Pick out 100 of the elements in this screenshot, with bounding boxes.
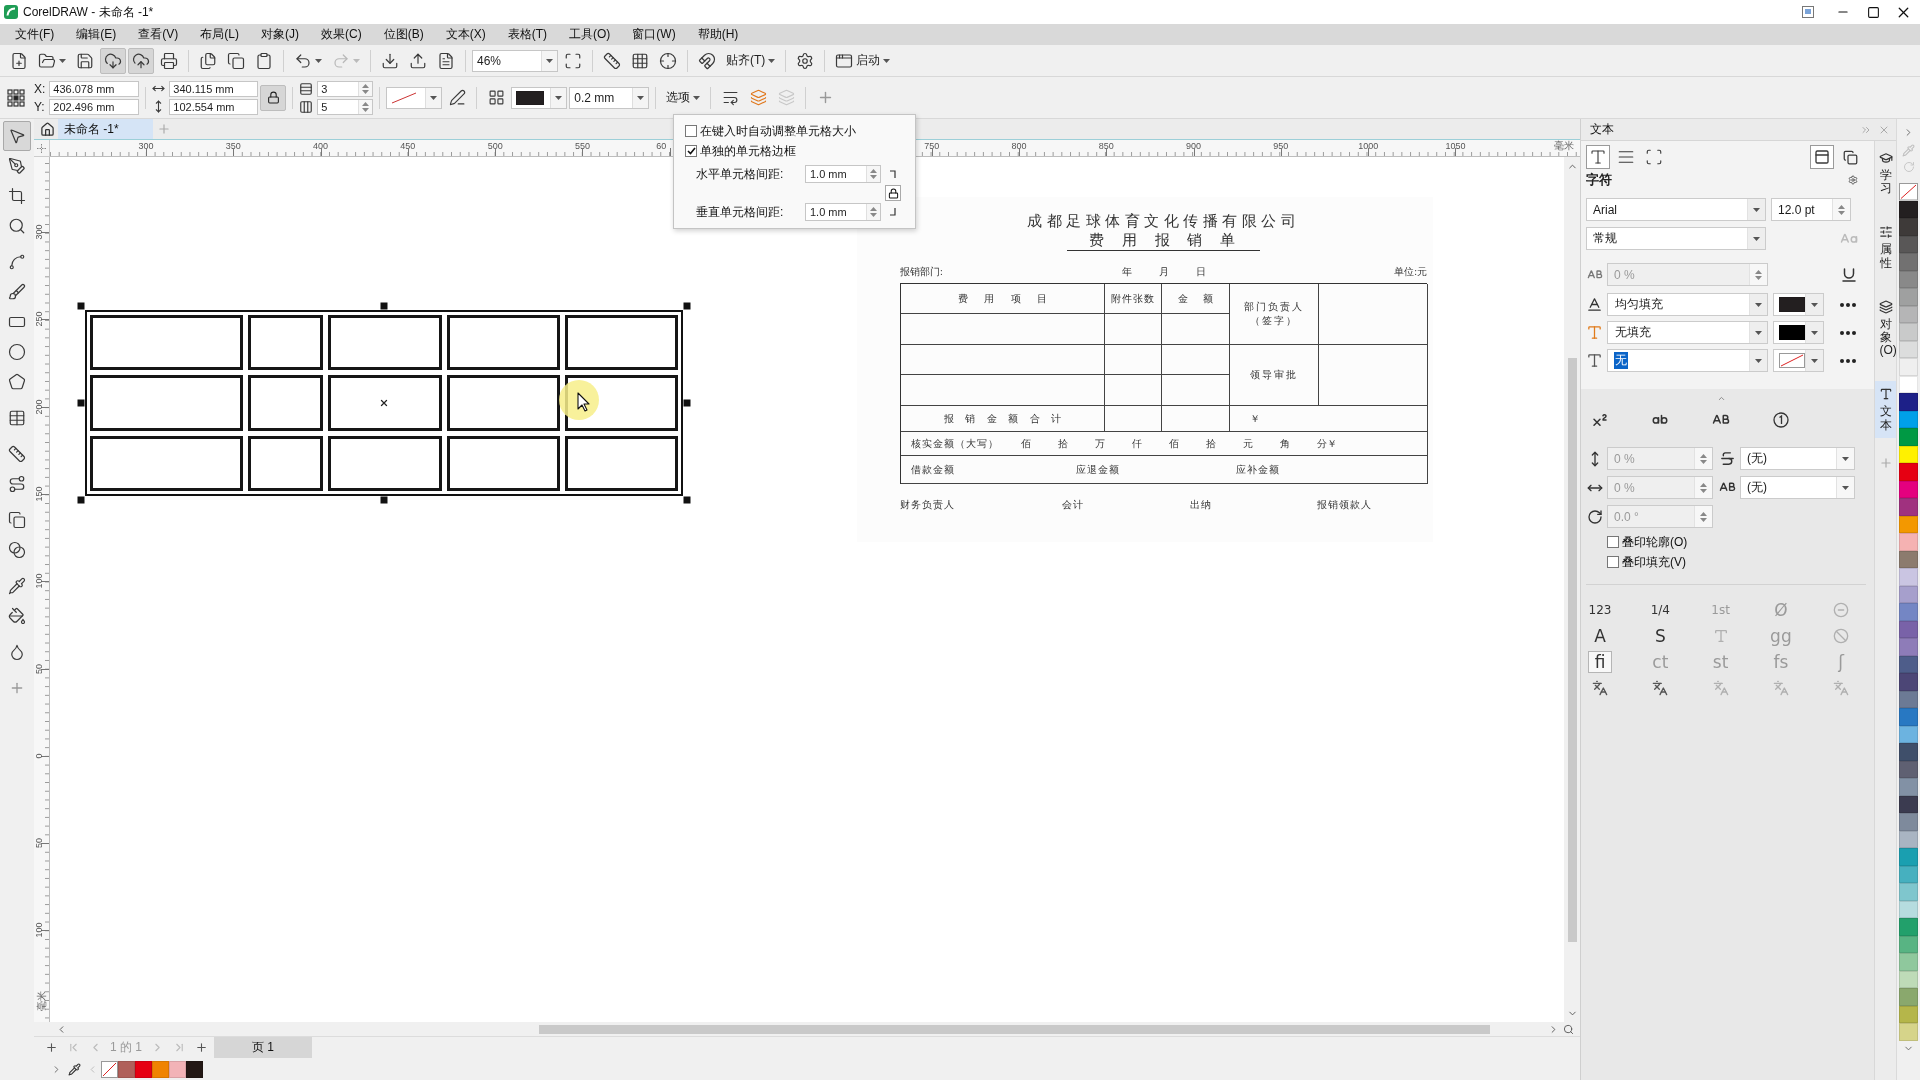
color-swatch-icon[interactable] xyxy=(1899,813,1918,831)
settings-icon[interactable] xyxy=(1848,175,1858,185)
color-swatch-icon[interactable] xyxy=(1779,325,1805,340)
color-swatch-icon[interactable] xyxy=(1899,463,1918,481)
color-swatch-icon[interactable] xyxy=(1899,1023,1918,1041)
collapse-icon[interactable] xyxy=(1716,394,1726,403)
menu-item[interactable]: 布局(L) xyxy=(189,24,250,45)
fill-color-combo[interactable] xyxy=(1773,321,1824,344)
opentype-feature-button[interactable]: fi xyxy=(1588,651,1612,673)
zoom-icon[interactable] xyxy=(1563,1023,1574,1035)
no-color-swatch-icon[interactable] xyxy=(1899,183,1918,201)
panel-button[interactable] xyxy=(1810,145,1834,169)
color-swatch-icon[interactable] xyxy=(1899,953,1918,971)
selection-handle[interactable] xyxy=(380,496,388,504)
color-swatch-icon[interactable] xyxy=(1899,848,1918,866)
selection-handle[interactable] xyxy=(77,399,85,407)
y-position-field[interactable]: 202.496 mm xyxy=(49,98,140,115)
color-swatch-icon[interactable] xyxy=(1899,708,1918,726)
spin-button[interactable] xyxy=(866,204,880,220)
fill-type-combo[interactable]: 无 xyxy=(1607,349,1768,372)
selection-handle[interactable] xyxy=(77,302,85,310)
rows-field[interactable]: 3 xyxy=(317,80,374,97)
border-width-combo[interactable]: 0.2 mm xyxy=(569,86,650,109)
menu-item[interactable]: 位图(B) xyxy=(372,24,435,45)
color-swatch-icon[interactable] xyxy=(1899,918,1918,936)
docker-side-tab[interactable]: 学习 xyxy=(1875,145,1896,202)
color-swatch-icon[interactable] xyxy=(1899,253,1918,271)
color-swatch-icon[interactable] xyxy=(1899,288,1918,306)
menu-item[interactable]: 查看(V) xyxy=(127,24,190,45)
spin-button[interactable] xyxy=(866,166,880,182)
docker-side-tab[interactable]: 对象(O) xyxy=(1875,293,1896,364)
menu-item[interactable]: 窗口(W) xyxy=(621,24,687,45)
x-position-field[interactable]: 436.078 mm xyxy=(49,80,140,97)
snap-dropdown[interactable]: 贴齐(T) xyxy=(722,47,780,74)
selection-handle[interactable] xyxy=(380,302,388,310)
checkbox[interactable] xyxy=(1607,556,1619,568)
spin-button[interactable] xyxy=(358,81,373,96)
selection-handle[interactable] xyxy=(77,496,85,504)
color-swatch-icon[interactable] xyxy=(1899,498,1918,516)
lock-ratio-button[interactable] xyxy=(260,84,287,111)
line-style-combo[interactable]: (无) xyxy=(1740,476,1855,499)
selection-handle[interactable] xyxy=(683,399,691,407)
menu-item[interactable]: 编辑(E) xyxy=(65,24,128,45)
line-style-combo[interactable]: (无) xyxy=(1740,447,1855,470)
color-swatch-icon[interactable] xyxy=(118,1060,135,1078)
opentype-feature-button[interactable]: A xyxy=(1588,625,1612,647)
color-swatch-icon[interactable] xyxy=(169,1060,186,1078)
opentype-feature-button[interactable]: S xyxy=(1648,625,1673,647)
document-tab[interactable]: 未命名 -1* xyxy=(58,119,153,139)
scrollbar-thumb[interactable] xyxy=(539,1024,1490,1034)
color-swatch-icon[interactable] xyxy=(1899,988,1918,1006)
menu-item[interactable]: 工具(O) xyxy=(558,24,622,45)
font-size-field[interactable]: 12.0 pt xyxy=(1771,198,1851,221)
fill-color-combo[interactable] xyxy=(1773,293,1824,316)
docker-tab[interactable] xyxy=(1586,145,1610,169)
menu-item[interactable]: 对象(J) xyxy=(250,24,310,45)
font-combo[interactable]: Arial xyxy=(1586,198,1766,221)
color-swatch-icon[interactable] xyxy=(1899,393,1918,411)
color-swatch-icon[interactable] xyxy=(1899,638,1918,656)
menu-item[interactable]: 帮助(H) xyxy=(686,24,750,45)
menu-item[interactable]: 效果(C) xyxy=(310,24,373,45)
checkbox[interactable] xyxy=(685,125,697,137)
color-swatch-icon[interactable] xyxy=(186,1060,203,1078)
spacing-field[interactable]: 1.0 mm xyxy=(805,203,881,221)
lock-button[interactable] xyxy=(885,185,901,201)
width-field[interactable]: 340.115 mm xyxy=(169,80,259,97)
cloud-import-button[interactable] xyxy=(100,47,126,74)
no-color-swatch-icon[interactable] xyxy=(1779,353,1805,368)
zoom-level-combo[interactable]: 46% xyxy=(472,49,558,72)
underline-icon[interactable] xyxy=(1840,265,1858,284)
no-color-swatch-icon[interactable] xyxy=(101,1060,118,1078)
color-swatch-icon[interactable] xyxy=(1899,778,1918,796)
menu-item[interactable]: 文本(X) xyxy=(434,24,497,45)
columns-field[interactable]: 5 xyxy=(317,98,374,115)
launch-button[interactable]: 启动 xyxy=(831,47,895,74)
spacing-field[interactable]: 1.0 mm xyxy=(805,165,881,183)
cloud-export-button[interactable] xyxy=(128,47,154,74)
opentype-feature-button[interactable]: 1/4 xyxy=(1648,599,1673,621)
color-swatch-icon[interactable] xyxy=(1899,358,1918,376)
checkbox[interactable] xyxy=(685,145,697,157)
fill-type-combo[interactable]: 无填充 xyxy=(1607,321,1768,344)
fill-color-combo[interactable] xyxy=(1773,349,1824,372)
height-field[interactable]: 102.554 mm xyxy=(169,98,259,115)
color-swatch-icon[interactable] xyxy=(1899,883,1918,901)
spin-button[interactable] xyxy=(358,99,373,114)
color-swatch-icon[interactable] xyxy=(1899,568,1918,586)
color-swatch-icon[interactable] xyxy=(1899,603,1918,621)
font-style-combo[interactable]: 常规 xyxy=(1586,227,1766,250)
color-swatch-icon[interactable] xyxy=(1779,297,1805,312)
menu-item[interactable]: 表格(T) xyxy=(496,24,558,45)
anchor-grid-icon[interactable] xyxy=(6,87,26,108)
options-dropdown[interactable]: 选项 xyxy=(662,84,705,111)
color-swatch-icon[interactable] xyxy=(1899,673,1918,691)
docker-side-tab[interactable]: 文本 xyxy=(1875,381,1896,438)
color-swatch-icon[interactable] xyxy=(152,1060,169,1078)
color-swatch-icon[interactable] xyxy=(1899,323,1918,341)
selection-handle[interactable] xyxy=(683,496,691,504)
color-swatch-icon[interactable] xyxy=(1899,218,1918,236)
border-color-combo[interactable] xyxy=(511,86,568,109)
fill-type-combo[interactable]: 均匀填充 xyxy=(1607,293,1768,316)
